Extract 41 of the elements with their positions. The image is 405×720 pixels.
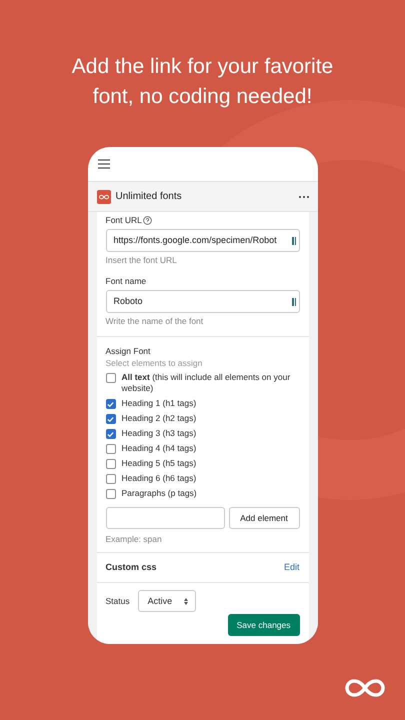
checkbox[interactable] — [106, 373, 116, 383]
checkbox[interactable] — [106, 459, 116, 469]
headline: Add the link for your favorite font, no coding needed! — [70, 54, 334, 110]
section-subtitle: Select elements to assign — [106, 358, 204, 369]
status-select[interactable]: Active — [138, 590, 196, 612]
field-icon — [292, 298, 296, 306]
checkbox-label: Heading 6 (h6 tags) — [122, 473, 196, 484]
help-icon[interactable] — [142, 216, 152, 225]
checkbox[interactable] — [106, 489, 116, 499]
checkbox-label: All text (this will include all elements on your website) — [122, 372, 292, 394]
checkbox-label: Heading 3 (h3 tags) — [122, 428, 196, 439]
field-icon — [292, 236, 296, 244]
element-field[interactable] — [106, 507, 224, 529]
brand-logo-icon — [344, 678, 386, 698]
url-field[interactable]: https://fonts.google.com/specimen/Robot — [106, 229, 300, 252]
field-label: Font name — [106, 276, 148, 287]
save-button[interactable]: Save changes — [228, 614, 300, 636]
select-arrows-icon — [184, 598, 188, 604]
help-text: Example: span — [106, 534, 163, 545]
status-label: Status — [106, 596, 130, 606]
checkbox[interactable] — [106, 474, 116, 484]
add-element-button[interactable]: Add element — [228, 507, 300, 529]
checkbox-label: Paragraphs (p tags) — [122, 488, 197, 499]
checkbox-label: Heading 5 (h5 tags) — [122, 458, 196, 469]
section-title: Custom css — [106, 562, 157, 573]
checkbox[interactable] — [106, 429, 116, 439]
checkbox[interactable] — [106, 399, 116, 409]
app-title: Unlimited fonts — [116, 190, 183, 204]
checkbox-label: Heading 1 (h1 tags) — [122, 398, 196, 409]
checkbox-label: Heading 2 (h2 tags) — [122, 413, 196, 424]
menu-icon[interactable] — [98, 159, 110, 169]
infinity-icon — [98, 194, 108, 200]
name-field[interactable]: Roboto — [106, 290, 300, 313]
edit-link[interactable]: Edit — [284, 562, 300, 573]
checkbox[interactable] — [106, 414, 116, 424]
checkbox-label: Heading 4 (h4 tags) — [122, 443, 196, 454]
checkbox[interactable] — [106, 444, 116, 454]
section-title: Assign Font — [106, 346, 152, 357]
help-text: Write the name of the font — [106, 316, 204, 327]
field-label: Font URL — [106, 215, 142, 226]
help-text: Insert the font URL — [106, 255, 178, 266]
